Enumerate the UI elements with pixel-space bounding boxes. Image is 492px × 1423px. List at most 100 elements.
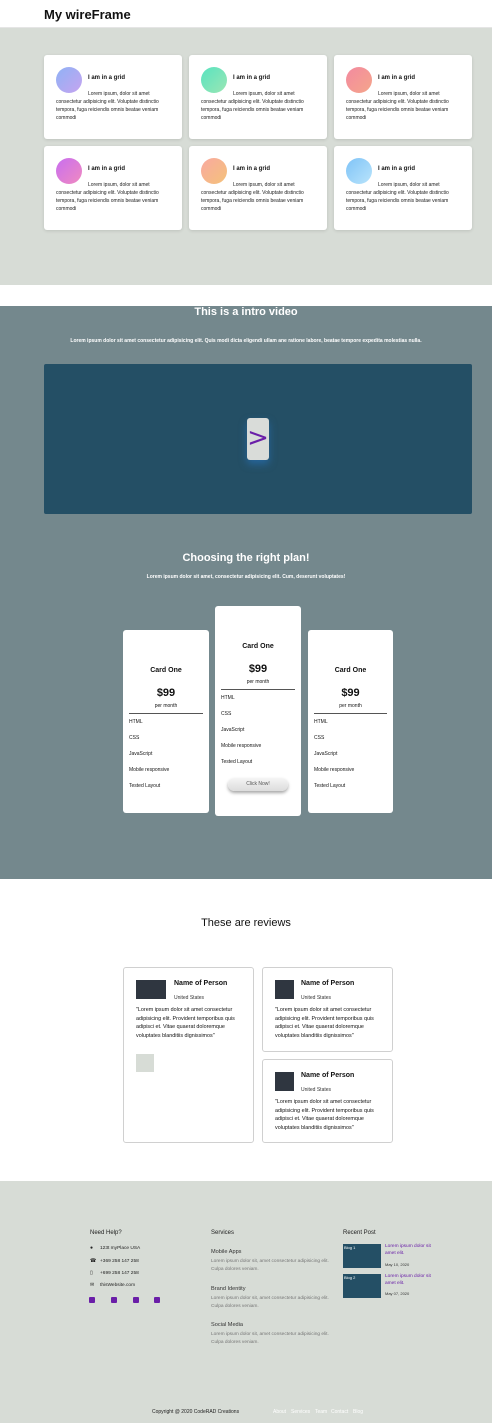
feature-card: I am in a grid Lorem ipsum, dolor sit am… (334, 55, 472, 139)
contact-address: ● 123t myPlace USA (90, 1245, 140, 1251)
plan-feature: Mobile responsive (221, 743, 262, 749)
post-thumbnail[interactable]: Blog 1 (343, 1244, 381, 1268)
feature-text: Lorem ipsum, dolor sit amet consectetur … (201, 182, 304, 212)
feature-title: I am in a grid (88, 75, 126, 81)
facebook-icon[interactable] (89, 1297, 95, 1303)
service-name[interactable]: Brand Identity (211, 1286, 246, 1292)
service-name[interactable]: Social Media (211, 1322, 243, 1328)
site-footer: Need Help? ● 123t myPlace USA ☎ +369 258 1… (0, 1181, 492, 1423)
plan-feature: Tested Layout (314, 783, 346, 789)
review-card: Name of Person United States "Lorem ipsu… (123, 967, 254, 1143)
service-name[interactable]: Mobile Apps (211, 1249, 241, 1255)
feature-card: I am in a grid Lorem ipsum, dolor sit am… (334, 146, 472, 230)
avatar (275, 1072, 294, 1091)
section-spacer (0, 285, 492, 306)
plan-period: per month (154, 703, 178, 709)
feature-title: I am in a grid (233, 166, 271, 172)
feature-card: I am in a grid Lorem ipsum, dolor sit am… (44, 146, 182, 230)
pricing-title: Choosing the right plan! (182, 552, 310, 564)
need-help-heading: Need Help? (90, 1230, 122, 1236)
linkedin-icon[interactable] (154, 1297, 160, 1303)
reviewer-location: United States (301, 995, 332, 1001)
plan-price: $99 (156, 687, 176, 699)
feature-title: I am in a grid (378, 75, 416, 81)
plan-feature: JavaScript (129, 751, 153, 757)
plan-feature: Mobile responsive (314, 767, 355, 773)
post-date: May 10, 2020 (385, 1262, 410, 1267)
plan-feature: JavaScript (221, 727, 245, 733)
plan-divider (314, 713, 387, 714)
reviewer-name: Name of Person (174, 980, 228, 987)
plan-feature: JavaScript (314, 751, 338, 757)
reviews-title: These are reviews (201, 917, 291, 929)
plan-price: $99 (248, 663, 268, 675)
intro-section: This is a intro video Lorem ipsum dolor … (0, 306, 492, 879)
contact-web[interactable]: ✉ thisWebsite.com (90, 1282, 135, 1288)
avatar (136, 980, 166, 999)
avatar (275, 980, 294, 999)
footer-link-contact[interactable]: Contact (331, 1409, 348, 1415)
features-section: I am in a grid Lorem ipsum, dolor sit am… (0, 28, 492, 285)
review-image (136, 1054, 154, 1072)
review-card: Name of Person United States "Lorem ipsu… (262, 967, 393, 1052)
recent-post-heading: Recent Post (343, 1230, 376, 1236)
reviewer-name: Name of Person (301, 1072, 355, 1079)
plan-feature: Mobile responsive (129, 767, 170, 773)
feature-text: Lorem ipsum, dolor sit amet consectetur … (346, 182, 449, 212)
envelope-icon: ✉ (90, 1282, 95, 1288)
feature-title: I am in a grid (378, 166, 416, 172)
plan-feature: HTML (129, 719, 143, 725)
feature-title: I am in a grid (88, 166, 126, 172)
reviewer-name: Name of Person (301, 980, 355, 987)
feature-card: I am in a grid Lorem ipsum, dolor sit am… (189, 55, 327, 139)
review-text: "Lorem ipsum dolor sit amet consectetur … (136, 1007, 235, 1039)
phone-text: +699 258 147 258 (100, 1271, 139, 1276)
plan-feature: Tested Layout (221, 759, 253, 765)
plan-feature: CSS (221, 711, 232, 717)
site-header: My wireFrame (0, 0, 492, 28)
plan-name: Card One (334, 667, 367, 674)
post-title[interactable]: Lorem ipsum dolor sit amet elit. (385, 1244, 435, 1257)
plan-divider (221, 689, 295, 690)
twitter-icon[interactable] (111, 1297, 117, 1303)
address-text: 123t myPlace USA (100, 1246, 141, 1251)
play-button[interactable]: > (247, 418, 269, 460)
plan-feature: HTML (314, 719, 328, 725)
review-card: Name of Person United States "Lorem ipsu… (262, 1059, 393, 1143)
feature-card: I am in a grid Lorem ipsum, dolor sit am… (44, 55, 182, 139)
post-title[interactable]: Lorem ipsum dolor sit amet elit. (385, 1274, 435, 1287)
footer-link-team[interactable]: Team (315, 1409, 327, 1415)
features-grid: I am in a grid Lorem ipsum, dolor sit am… (44, 55, 472, 230)
intro-title: This is a intro video (194, 306, 298, 318)
brand-logo-text[interactable]: My wireFrame (44, 7, 131, 22)
post-thumbnail[interactable]: Blog 2 (343, 1274, 381, 1298)
pricing-subtitle: Lorem ipsum dolor sit amet, consectetur … (146, 574, 346, 580)
map-marker-icon: ● (90, 1245, 94, 1251)
footer-link-blog[interactable]: Blog (353, 1409, 363, 1415)
feature-text: Lorem ipsum, dolor sit amet consectetur … (201, 91, 304, 121)
feature-title: I am in a grid (233, 75, 271, 81)
plan-feature: CSS (129, 735, 140, 741)
contact-phone-2[interactable]: ▯ +699 258 147 258 (90, 1270, 139, 1276)
contact-phone-1[interactable]: ☎ +369 258 147 258 (90, 1258, 139, 1264)
plan-name: Card One (242, 643, 274, 650)
instagram-icon[interactable] (133, 1297, 139, 1303)
pricing-card-featured: Card One $99 per month HTML CSS JavaScri… (215, 606, 301, 816)
click-now-button[interactable]: Click Now! (228, 778, 288, 791)
reviews-section: These are reviews Name of Person United … (0, 879, 492, 1181)
footer-link-about[interactable]: About (273, 1409, 286, 1415)
service-text: Lorem ipsum dolor sit, amet consectetur … (211, 1259, 329, 1272)
reviewer-location: United States (174, 995, 205, 1001)
footer-link-services[interactable]: Services (291, 1409, 310, 1415)
feature-text: Lorem ipsum, dolor sit amet consectetur … (346, 91, 449, 121)
service-text: Lorem ipsum dolor sit, amet consectetur … (211, 1296, 329, 1309)
review-text: "Lorem ipsum dolor sit amet consectetur … (275, 1007, 374, 1039)
post-date: May 07, 2020 (385, 1291, 410, 1296)
plan-feature: HTML (221, 695, 235, 701)
plan-feature: Tested Layout (129, 783, 161, 789)
web-text: thisWebsite.com (100, 1283, 136, 1288)
plan-period: per month (339, 703, 362, 709)
services-heading: Services (211, 1230, 235, 1236)
plan-price: $99 (341, 687, 360, 699)
copyright-text: Copyright @ 2020 CodeRAD Creations (152, 1409, 240, 1415)
